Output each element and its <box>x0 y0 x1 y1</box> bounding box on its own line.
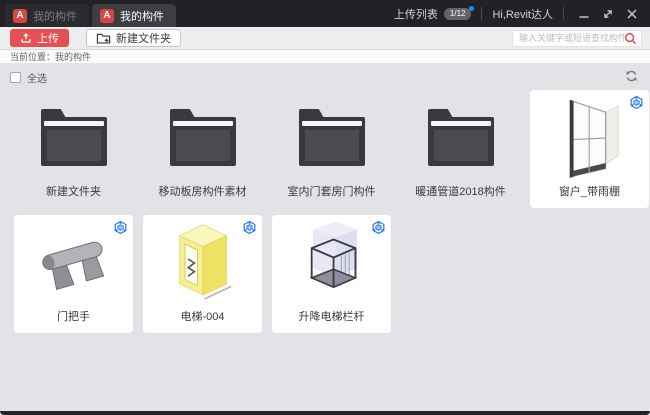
titlebar: A 我的构件 A 我的构件 上传列表 1/12 Hi,Revit达人 <box>0 0 650 27</box>
select-all[interactable]: 全选 <box>10 70 47 85</box>
minimize-icon <box>578 8 590 20</box>
app-logo-icon: A <box>13 9 27 23</box>
elevator-thumbnail <box>157 220 249 306</box>
tab-label: 我的构件 <box>120 8 164 24</box>
tab-my-components-active[interactable]: A 我的构件 <box>92 4 176 27</box>
folder-item[interactable]: 新建文件夹 <box>14 90 133 208</box>
search-icon[interactable] <box>624 32 637 45</box>
component-label: 门把手 <box>18 308 129 324</box>
component-label: 窗户_带雨棚 <box>534 183 645 199</box>
divider <box>481 7 482 20</box>
component-label: 升降电梯栏杆 <box>276 308 387 324</box>
folder-item[interactable]: 室内门套房门构件 <box>272 90 391 208</box>
minimize-button[interactable] <box>576 6 592 22</box>
close-icon <box>626 8 638 20</box>
elevator-railing-thumbnail <box>286 220 378 306</box>
app-logo-icon: A <box>100 9 114 23</box>
refresh-icon <box>624 69 639 83</box>
tab-my-components-inactive[interactable]: A 我的构件 <box>5 4 89 27</box>
search-box <box>512 30 642 47</box>
folder-icon <box>299 109 365 166</box>
divider <box>563 7 564 20</box>
window-bottom-edge <box>0 411 650 415</box>
folder-label: 室内门套房门构件 <box>276 183 387 199</box>
breadcrumb-current: 我的构件 <box>55 50 91 63</box>
titlebar-right: 上传列表 1/12 Hi,Revit达人 <box>394 0 650 27</box>
component-type-badge-icon <box>113 220 128 235</box>
folder-label: 暖通管道2018构件 <box>405 183 516 199</box>
maximize-button[interactable] <box>600 6 616 22</box>
component-label: 电梯-004 <box>147 308 258 324</box>
upload-count-badge: 1/12 <box>444 8 472 20</box>
new-folder-button-label: 新建文件夹 <box>116 30 171 46</box>
select-all-label: 全选 <box>27 70 47 85</box>
new-folder-button[interactable]: 新建文件夹 <box>86 29 181 47</box>
upload-icon <box>20 32 32 44</box>
breadcrumb: 当前位置： 我的构件 <box>0 50 650 64</box>
component-type-badge-icon <box>629 95 644 110</box>
upload-list-button[interactable]: 上传列表 1/12 <box>394 6 472 22</box>
door-handle-thumbnail <box>28 220 120 306</box>
folder-label: 新建文件夹 <box>18 183 129 199</box>
folder-icon <box>428 109 494 166</box>
refresh-button[interactable] <box>622 69 640 85</box>
component-item[interactable]: 升降电梯栏杆 <box>272 215 391 333</box>
folder-item[interactable]: 移动板房构件素材 <box>143 90 262 208</box>
window-controls <box>576 6 640 22</box>
breadcrumb-prefix: 当前位置： <box>10 50 55 63</box>
folder-icon <box>41 109 107 166</box>
component-item[interactable]: 电梯-004 <box>143 215 262 333</box>
upload-button-label: 上传 <box>37 30 59 46</box>
folder-icon <box>170 109 236 166</box>
list-controls-row: 全选 <box>0 66 650 88</box>
search-input[interactable] <box>519 33 624 43</box>
toolbar: 上传 新建文件夹 <box>0 27 650 50</box>
tab-label: 我的构件 <box>33 8 77 24</box>
select-all-checkbox[interactable] <box>10 72 21 83</box>
component-type-badge-icon <box>371 220 386 235</box>
component-item[interactable]: 门把手 <box>14 215 133 333</box>
upload-list-label: 上传列表 <box>394 6 438 22</box>
folder-item[interactable]: 暖通管道2018构件 <box>401 90 520 208</box>
component-item[interactable]: 窗户_带雨棚 <box>530 90 649 208</box>
upload-button[interactable]: 上传 <box>10 29 69 47</box>
tab-bar: A 我的构件 A 我的构件 <box>0 0 176 27</box>
new-folder-icon <box>96 32 111 45</box>
user-menu[interactable]: Hi,Revit达人 <box>492 6 553 22</box>
window-with-canopy-thumbnail <box>544 95 636 181</box>
close-button[interactable] <box>624 6 640 22</box>
folder-label: 移动板房构件素材 <box>147 183 258 199</box>
maximize-icon <box>602 8 614 20</box>
items-grid: 新建文件夹 移动板房构件素材 室内门套房门构件 暖通管道2018 <box>14 90 636 333</box>
component-type-badge-icon <box>242 220 257 235</box>
